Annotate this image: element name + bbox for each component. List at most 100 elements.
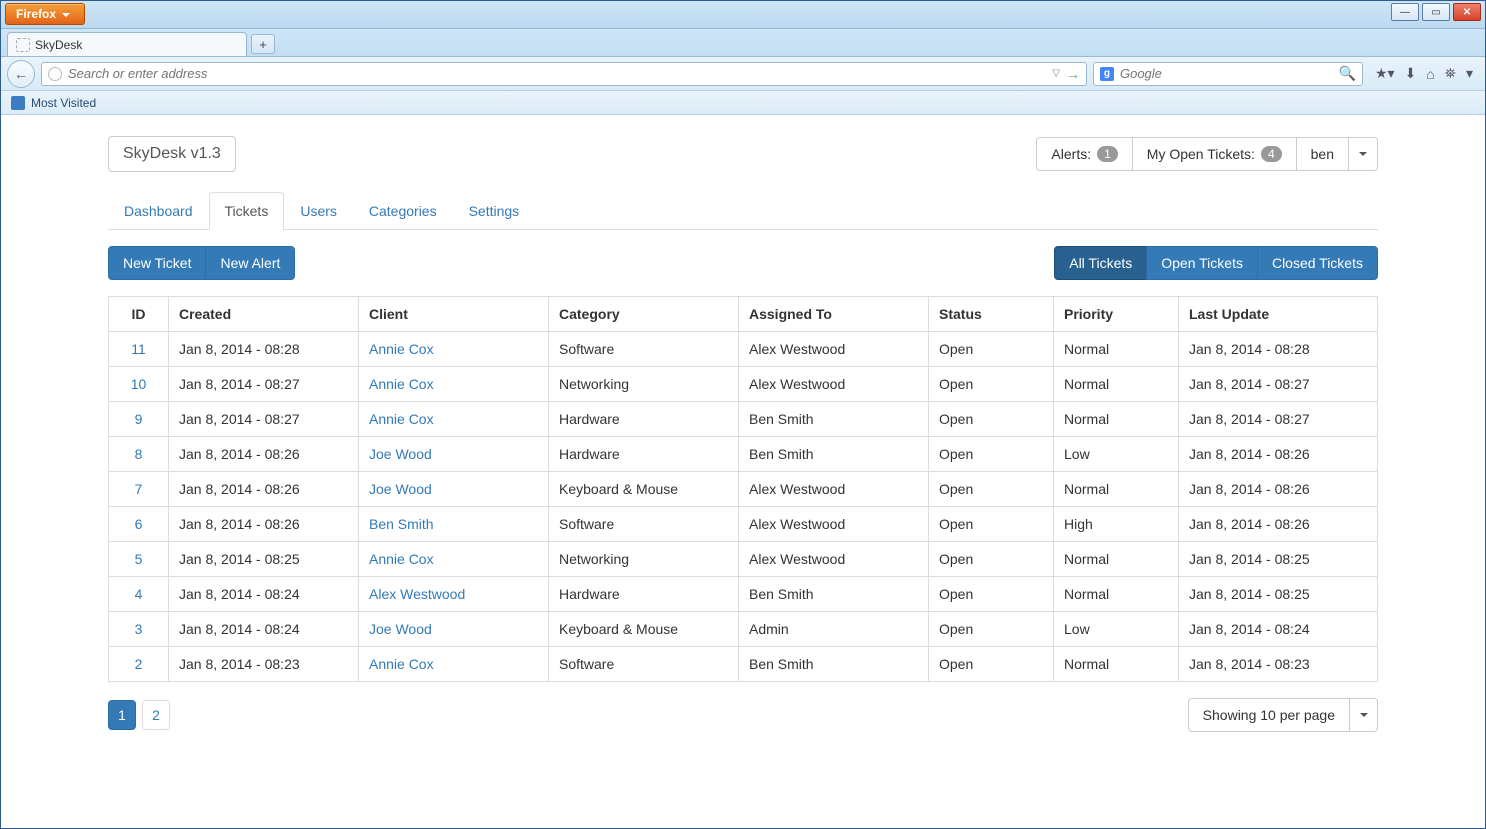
- addon-icon[interactable]: ⛯: [1445, 65, 1456, 82]
- ticket-id-link[interactable]: 5: [135, 551, 143, 567]
- cell-created: Jan 8, 2014 - 08:27: [169, 367, 359, 402]
- url-history-dropdown-icon[interactable]: ▽: [1052, 68, 1060, 79]
- cell-priority: Normal: [1054, 402, 1179, 437]
- table-row: 7Jan 8, 2014 - 08:26Joe WoodKeyboard & M…: [109, 472, 1378, 507]
- app-brand[interactable]: SkyDesk v1.3: [108, 136, 236, 172]
- cell-last-update: Jan 8, 2014 - 08:24: [1179, 612, 1378, 647]
- col-client: Client: [359, 297, 549, 332]
- cell-assigned: Ben Smith: [739, 647, 929, 682]
- client-link[interactable]: Annie Cox: [369, 551, 434, 567]
- table-row: 6Jan 8, 2014 - 08:26Ben SmithSoftwareAle…: [109, 507, 1378, 542]
- page-2-button[interactable]: 2: [142, 700, 170, 730]
- url-go-icon[interactable]: →: [1066, 66, 1080, 82]
- cell-client: Alex Westwood: [359, 577, 549, 612]
- new-alert-button[interactable]: New Alert: [205, 246, 295, 280]
- new-tab-button[interactable]: +: [251, 34, 275, 54]
- cell-assigned: Ben Smith: [739, 577, 929, 612]
- cell-category: Software: [549, 647, 739, 682]
- alerts-label: Alerts:: [1051, 146, 1091, 162]
- cell-created: Jan 8, 2014 - 08:25: [169, 542, 359, 577]
- pagination: 1 2: [108, 700, 170, 730]
- search-icon[interactable]: 🔍: [1339, 65, 1356, 82]
- url-input[interactable]: [68, 66, 1046, 81]
- firefox-menu-button[interactable]: Firefox: [5, 3, 85, 25]
- cell-created: Jan 8, 2014 - 08:26: [169, 437, 359, 472]
- ticket-id-link[interactable]: 4: [135, 586, 143, 602]
- client-link[interactable]: Annie Cox: [369, 411, 434, 427]
- nav-back-button[interactable]: ←: [7, 60, 35, 88]
- tab-categories[interactable]: Categories: [353, 192, 453, 230]
- cell-last-update: Jan 8, 2014 - 08:26: [1179, 437, 1378, 472]
- window-maximize-button[interactable]: ▭: [1422, 3, 1450, 21]
- tab-settings[interactable]: Settings: [453, 192, 536, 230]
- cell-created: Jan 8, 2014 - 08:24: [169, 612, 359, 647]
- cell-assigned: Ben Smith: [739, 437, 929, 472]
- user-name: ben: [1311, 146, 1334, 162]
- home-icon[interactable]: ⌂: [1426, 66, 1434, 82]
- per-page-button[interactable]: Showing 10 per page: [1188, 698, 1350, 732]
- cell-last-update: Jan 8, 2014 - 08:25: [1179, 577, 1378, 612]
- cell-priority: High: [1054, 507, 1179, 542]
- cell-assigned: Alex Westwood: [739, 367, 929, 402]
- ticket-id-link[interactable]: 9: [135, 411, 143, 427]
- cell-created: Jan 8, 2014 - 08:27: [169, 402, 359, 437]
- ticket-id-link[interactable]: 2: [135, 656, 143, 672]
- main-tabs: Dashboard Tickets Users Categories Setti…: [108, 192, 1378, 230]
- my-open-count-badge: 4: [1261, 146, 1282, 162]
- client-link[interactable]: Joe Wood: [369, 621, 432, 637]
- tickets-table: ID Created Client Category Assigned To S…: [108, 296, 1378, 682]
- toolbar-overflow-icon[interactable]: ▾: [1466, 65, 1473, 82]
- filter-all-tickets[interactable]: All Tickets: [1054, 246, 1147, 280]
- cell-category: Networking: [549, 542, 739, 577]
- ticket-id-link[interactable]: 10: [131, 376, 147, 392]
- window-minimize-button[interactable]: —: [1391, 3, 1419, 21]
- caret-down-icon: [1359, 152, 1367, 156]
- titlebar: Firefox — ▭ ✕: [1, 1, 1485, 29]
- cell-client: Joe Wood: [359, 612, 549, 647]
- tab-users[interactable]: Users: [284, 192, 353, 230]
- cell-status: Open: [929, 472, 1054, 507]
- cell-category: Networking: [549, 367, 739, 402]
- cell-status: Open: [929, 647, 1054, 682]
- ticket-id-link[interactable]: 11: [131, 341, 146, 357]
- filter-closed-tickets[interactable]: Closed Tickets: [1257, 246, 1378, 280]
- page-1-button[interactable]: 1: [108, 700, 136, 730]
- search-input[interactable]: [1120, 66, 1333, 81]
- ticket-id-link[interactable]: 7: [135, 481, 143, 497]
- ticket-id-link[interactable]: 3: [135, 621, 143, 637]
- search-engine-icon[interactable]: g: [1100, 67, 1114, 81]
- cell-last-update: Jan 8, 2014 - 08:25: [1179, 542, 1378, 577]
- window-close-button[interactable]: ✕: [1453, 3, 1481, 21]
- search-bar[interactable]: g 🔍: [1093, 62, 1363, 86]
- table-row: 9Jan 8, 2014 - 08:27Annie CoxHardwareBen…: [109, 402, 1378, 437]
- downloads-icon[interactable]: ⬇: [1405, 65, 1417, 82]
- cell-client: Ben Smith: [359, 507, 549, 542]
- cell-status: Open: [929, 612, 1054, 647]
- per-page-dropdown[interactable]: [1350, 698, 1378, 732]
- tab-dashboard[interactable]: Dashboard: [108, 192, 209, 230]
- user-menu-dropdown[interactable]: [1348, 137, 1378, 171]
- client-link[interactable]: Annie Cox: [369, 341, 434, 357]
- browser-tab-active[interactable]: SkyDesk: [7, 32, 247, 56]
- client-link[interactable]: Annie Cox: [369, 656, 434, 672]
- my-open-tickets-button[interactable]: My Open Tickets: 4: [1132, 137, 1297, 171]
- new-ticket-button[interactable]: New Ticket: [108, 246, 206, 280]
- bookmark-most-visited[interactable]: Most Visited: [31, 96, 96, 110]
- cell-id: 11: [109, 332, 169, 367]
- filter-open-tickets[interactable]: Open Tickets: [1146, 246, 1258, 280]
- ticket-id-link[interactable]: 6: [135, 516, 143, 532]
- client-link[interactable]: Alex Westwood: [369, 586, 465, 602]
- client-link[interactable]: Joe Wood: [369, 481, 432, 497]
- tab-tickets[interactable]: Tickets: [209, 192, 285, 230]
- alerts-button[interactable]: Alerts: 1: [1036, 137, 1132, 171]
- client-link[interactable]: Annie Cox: [369, 376, 434, 392]
- table-row: 11Jan 8, 2014 - 08:28Annie CoxSoftwareAl…: [109, 332, 1378, 367]
- user-menu-button[interactable]: ben: [1296, 137, 1349, 171]
- client-link[interactable]: Ben Smith: [369, 516, 434, 532]
- ticket-id-link[interactable]: 8: [135, 446, 143, 462]
- alerts-count-badge: 1: [1097, 146, 1118, 162]
- bookmark-star-icon[interactable]: ★▾: [1375, 65, 1395, 82]
- client-link[interactable]: Joe Wood: [369, 446, 432, 462]
- url-bar[interactable]: ▽ →: [41, 62, 1087, 86]
- cell-id: 4: [109, 577, 169, 612]
